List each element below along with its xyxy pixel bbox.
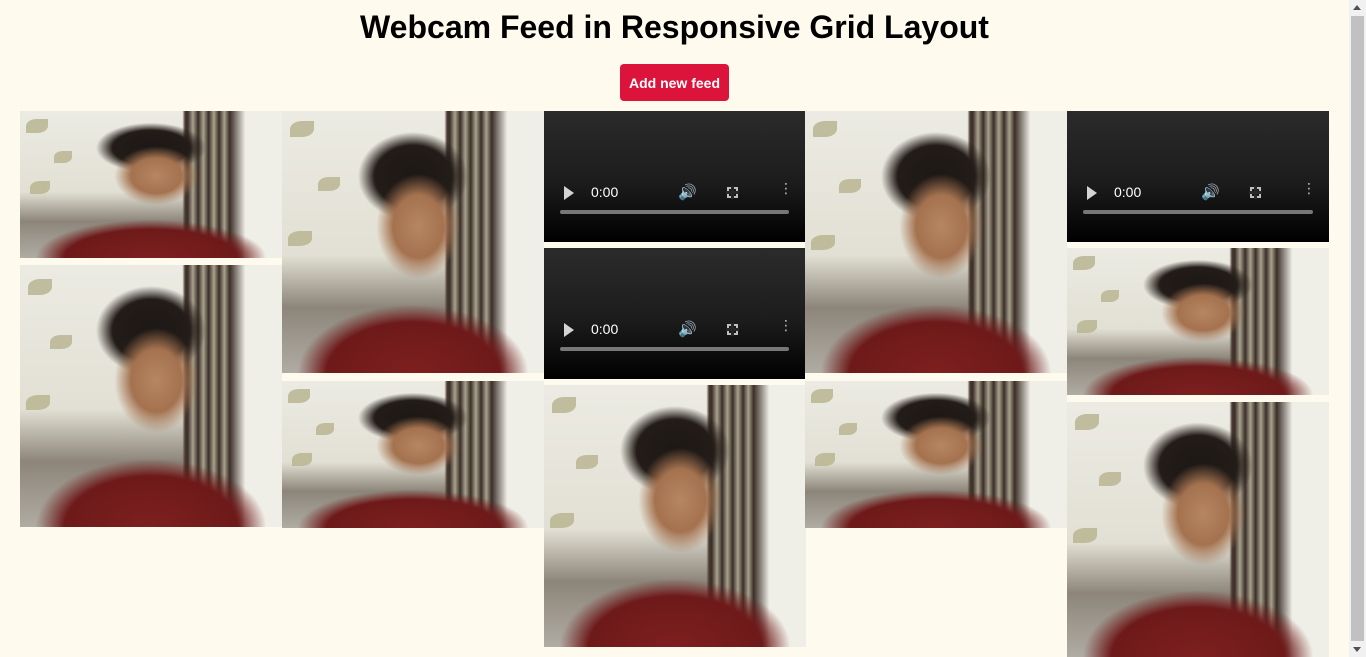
scrollbar-thumb[interactable] (1351, 16, 1364, 641)
video-progress-bar[interactable] (1083, 210, 1313, 214)
webcam-feed (20, 111, 282, 258)
webcam-feed (1067, 402, 1329, 657)
webcam-feed (1067, 248, 1329, 395)
fullscreen-icon[interactable] (1249, 186, 1262, 199)
scroll-down-arrow-icon[interactable] (1353, 647, 1361, 652)
webcam-feed (805, 381, 1067, 528)
fullscreen-icon[interactable] (726, 323, 739, 336)
more-options-icon[interactable]: ⋮ (1302, 181, 1316, 195)
page-title: Webcam Feed in Responsive Grid Layout (360, 9, 989, 45)
play-icon[interactable] (1087, 186, 1097, 200)
play-icon[interactable] (564, 323, 574, 337)
video-player[interactable]: 0:00 🔊 ⋮ (544, 248, 805, 379)
fullscreen-icon[interactable] (726, 186, 739, 199)
webcam-feed (805, 111, 1067, 373)
webcam-feed (544, 385, 806, 647)
more-options-icon[interactable]: ⋮ (779, 181, 793, 195)
video-time: 0:00 (1114, 184, 1142, 200)
video-player[interactable]: 0:00 🔊 ⋮ (1067, 111, 1329, 242)
more-options-icon[interactable]: ⋮ (779, 318, 793, 332)
video-player[interactable]: 0:00 🔊 ⋮ (544, 111, 805, 242)
volume-icon[interactable]: 🔊 (1201, 184, 1220, 202)
vertical-scrollbar[interactable] (1349, 0, 1366, 657)
video-progress-bar[interactable] (560, 210, 789, 214)
video-time: 0:00 (591, 184, 619, 200)
webcam-feed (282, 111, 544, 373)
scroll-up-arrow-icon[interactable] (1353, 5, 1361, 10)
video-progress-bar[interactable] (560, 347, 789, 351)
volume-icon[interactable]: 🔊 (678, 321, 697, 339)
video-time: 0:00 (591, 321, 619, 337)
webcam-feed (20, 265, 282, 527)
add-new-feed-button[interactable]: Add new feed (620, 64, 729, 101)
volume-icon[interactable]: 🔊 (678, 184, 697, 202)
video-controls: 0:00 🔊 ⋮ (544, 317, 805, 373)
webcam-feed (282, 381, 544, 528)
video-controls: 0:00 🔊 ⋮ (1067, 180, 1329, 236)
video-controls: 0:00 🔊 ⋮ (544, 180, 805, 236)
page: Webcam Feed in Responsive Grid Layout Ad… (0, 0, 1366, 657)
play-icon[interactable] (564, 186, 574, 200)
